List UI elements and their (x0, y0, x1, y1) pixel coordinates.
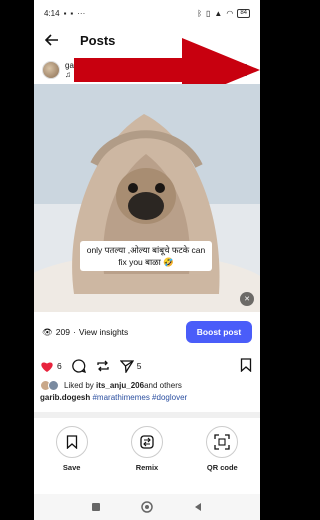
qr-code-icon (214, 434, 230, 450)
mute-button[interactable]: ✕ (240, 292, 254, 306)
home-icon[interactable] (141, 501, 153, 513)
phone-screen: 4:14 ▪ ▪ ··· ᛒ ▯ ▲ ◠ 84 Posts ga ♫ only … (34, 0, 260, 520)
avatar[interactable] (42, 61, 60, 79)
remix-tool-button[interactable]: Remix (117, 426, 177, 484)
bookmark-icon (66, 435, 77, 449)
vibrate-icon: ▯ (206, 8, 211, 18)
comment-icon[interactable] (71, 359, 86, 373)
status-bar: 4:14 ▪ ▪ ··· ᛒ ▯ ▲ ◠ 84 (34, 0, 260, 26)
like-count[interactable]: 6 (57, 361, 62, 371)
muted-speaker-icon: ✕ (244, 296, 250, 303)
post-tools: Save Remix QR code (34, 426, 260, 484)
system-nav-bar (34, 494, 260, 520)
view-count: 209 (55, 327, 70, 337)
action-row: 6 5 (34, 356, 260, 376)
status-time: 4:14 (44, 8, 60, 18)
back-arrow-icon (45, 34, 58, 46)
post-image[interactable]: only पतल्या ,ओल्या बांबूचे फटके can fix … (34, 84, 260, 312)
eye-icon: 👁 (42, 326, 53, 337)
boost-post-button[interactable]: Boost post (186, 321, 252, 343)
share-count[interactable]: 5 (137, 361, 142, 371)
save-label: Save (62, 463, 81, 472)
back-triangle-icon[interactable] (193, 502, 203, 512)
send-icon[interactable] (119, 359, 134, 373)
save-tool-button[interactable]: Save (42, 426, 102, 484)
bluetooth-icon: ᛒ (197, 8, 202, 18)
back-button[interactable] (42, 30, 62, 50)
hashtags[interactable]: #marathimemes #doglover (92, 393, 187, 402)
recent-apps-icon[interactable] (91, 502, 101, 512)
signal-icon: ▲ (214, 8, 223, 18)
qr-code-label: QR code (206, 463, 238, 472)
image-icon: ▪ (70, 8, 74, 18)
avatar (48, 379, 59, 391)
caption-username[interactable]: garib.dogesh (40, 393, 90, 402)
wifi-icon: ◠ (226, 8, 234, 18)
qr-code-tool-button[interactable]: QR code (192, 426, 252, 484)
liked-by-row[interactable]: Liked by its_anju_206 and others (40, 379, 254, 391)
image-icon: ▪ (63, 8, 67, 18)
pug-in-blanket-image (34, 84, 260, 312)
battery-indicator: 84 (237, 8, 250, 18)
bookmark-icon (240, 358, 252, 373)
insights-row: 👁 209 · View insights Boost post (34, 318, 260, 346)
view-insights-label: View insights (78, 327, 129, 337)
remix-label: Remix (135, 463, 159, 472)
liked-by-avatars (40, 379, 60, 391)
view-insights-link[interactable]: 👁 209 · View insights (42, 327, 128, 338)
divider (34, 412, 260, 418)
dots-icon: ··· (77, 8, 86, 18)
caption-overlay: only पतल्या ,ओल्या बांबूचे फटके can fix … (80, 241, 212, 271)
heart-icon[interactable] (40, 360, 54, 373)
post-caption: garib.dogesh #marathimemes #doglover (40, 393, 254, 402)
bookmark-button[interactable] (240, 358, 252, 374)
repost-icon[interactable] (96, 359, 110, 373)
remix-icon (140, 435, 154, 449)
liked-by-user[interactable]: its_anju_206 (96, 381, 144, 390)
